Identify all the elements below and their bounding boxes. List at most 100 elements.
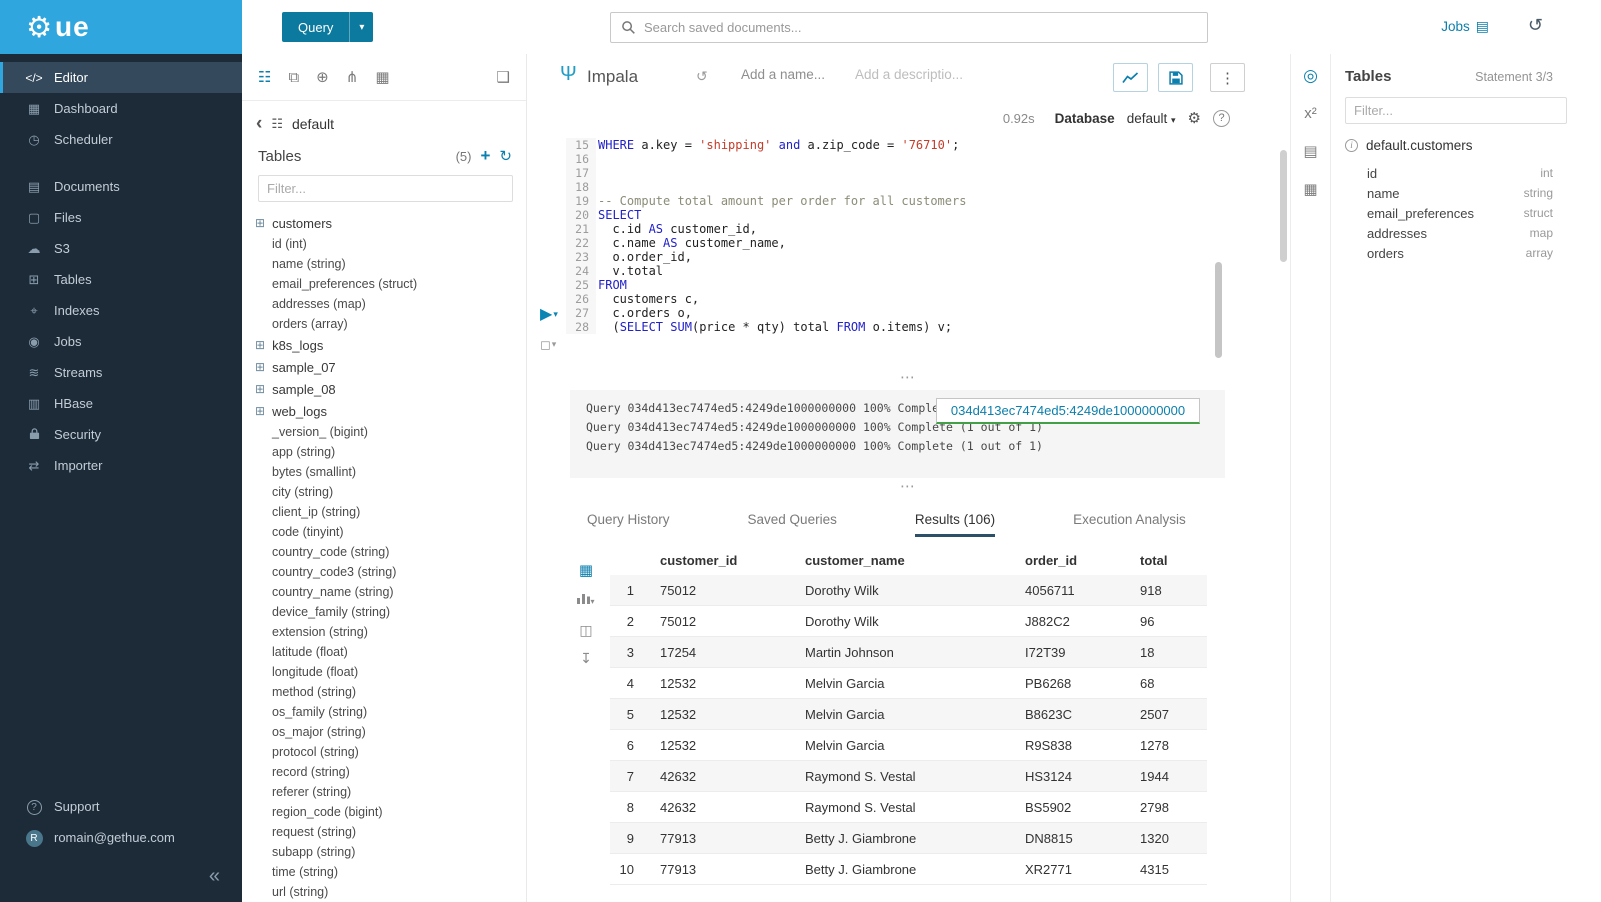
right-column-item-addresses[interactable]: addressesmap <box>1345 223 1601 243</box>
assist-toggle-icon[interactable]: ◎ <box>1303 68 1318 83</box>
tab-execution-analysis[interactable]: Execution Analysis <box>1073 505 1186 537</box>
hue-logo[interactable]: ⚙ue <box>0 0 242 54</box>
column-item[interactable]: os_major (string) <box>255 722 526 742</box>
column-item[interactable]: email_preferences (struct) <box>255 274 526 294</box>
column-item[interactable]: record (string) <box>255 762 526 782</box>
sidebar-item-editor[interactable]: </>Editor <box>0 62 242 93</box>
settings-gear-icon[interactable]: ⚙ <box>1188 109 1201 127</box>
query-description-input[interactable] <box>855 67 980 82</box>
table-row[interactable]: 742632Raymond S. VestalHS31241944 <box>610 761 1207 792</box>
chart-button[interactable] <box>1113 63 1148 92</box>
copy-icon[interactable]: ⧉ <box>288 69 299 86</box>
column-header-order-id[interactable]: order_id <box>1025 553 1140 568</box>
tab-results-106[interactable]: Results (106) <box>915 505 995 537</box>
table-item-web-logs[interactable]: ⊞web_logs <box>255 400 526 422</box>
right-column-item-orders[interactable]: ordersarray <box>1345 243 1601 263</box>
right-column-item-email-preferences[interactable]: email_preferencesstruct <box>1345 203 1601 223</box>
column-item[interactable]: latitude (float) <box>255 642 526 662</box>
table-row[interactable]: 842632Raymond S. VestalBS59022798 <box>610 792 1207 823</box>
zoom-icon[interactable]: ⊕ <box>316 68 329 86</box>
column-item[interactable]: method (string) <box>255 682 526 702</box>
grid-view-icon[interactable]: ▦ <box>579 564 593 578</box>
more-actions-button[interactable]: ⋮ <box>1210 63 1245 92</box>
column-header-total[interactable]: total <box>1140 553 1207 568</box>
table-item-k8s-logs[interactable]: ⊞k8s_logs <box>255 334 526 356</box>
column-item[interactable]: region_code (bigint) <box>255 802 526 822</box>
column-item[interactable]: name (string) <box>255 254 526 274</box>
table-item-sample-08[interactable]: ⊞sample_08 <box>255 378 526 400</box>
column-item[interactable]: app (string) <box>255 442 526 462</box>
databases-icon[interactable]: ☷ <box>258 68 271 86</box>
table-row[interactable]: 317254Martin JohnsonI72T3918 <box>610 637 1207 668</box>
sidebar-item-s3[interactable]: ☁S3 <box>0 233 242 264</box>
table-row[interactable]: 512532Melvin GarciaB8623C2507 <box>610 699 1207 730</box>
sitemap-icon[interactable]: ⋔ <box>346 68 359 86</box>
column-item[interactable]: device_family (string) <box>255 602 526 622</box>
sidebar-item-tables[interactable]: ⊞Tables <box>0 264 242 295</box>
sidebar-item-hbase[interactable]: ▥HBase <box>0 388 242 419</box>
right-column-item-id[interactable]: idint <box>1345 163 1601 183</box>
sidebar-item-scheduler[interactable]: ◷Scheduler <box>0 124 242 155</box>
language-reference-icon[interactable]: ▤ <box>1303 144 1317 159</box>
active-table-name[interactable]: default.customers <box>1366 138 1473 153</box>
sidebar-item-files[interactable]: ▢Files <box>0 202 242 233</box>
right-filter-input[interactable] <box>1345 97 1567 124</box>
column-item[interactable]: url (string) <box>255 882 526 902</box>
refresh-icon[interactable]: ↻ <box>499 147 512 165</box>
tab-saved-queries[interactable]: Saved Queries <box>748 505 837 537</box>
bag-icon[interactable]: ❑ <box>497 68 510 86</box>
search-input[interactable] <box>644 20 1207 35</box>
column-item[interactable]: country_code3 (string) <box>255 562 526 582</box>
query-name-input[interactable] <box>741 67 843 82</box>
column-item[interactable]: os_family (string) <box>255 702 526 722</box>
functions-icon[interactable]: x² <box>1304 106 1317 121</box>
column-header-customer-id[interactable]: customer_id <box>660 553 805 568</box>
table-row[interactable]: 1077913Betty J. GiambroneXR27714315 <box>610 854 1207 885</box>
schedule-icon[interactable]: ▦ <box>1303 182 1317 197</box>
sidebar-item-importer[interactable]: ⇄Importer <box>0 450 242 481</box>
right-column-item-name[interactable]: namestring <box>1345 183 1601 203</box>
editor-help-icon[interactable]: ? <box>1213 110 1230 127</box>
column-item[interactable]: time (string) <box>255 862 526 882</box>
query-button[interactable]: Query ▾ <box>282 12 373 42</box>
query-history-icon[interactable]: ↺ <box>1528 15 1543 36</box>
column-item[interactable]: extension (string) <box>255 622 526 642</box>
editor-scrollbar[interactable] <box>1215 262 1222 358</box>
chart-view-icon[interactable]: ▾ <box>577 592 594 609</box>
jobs-link[interactable]: Jobs ▤ <box>1441 18 1489 35</box>
sidebar-item-indexes[interactable]: ⌖Indexes <box>0 295 242 326</box>
left-filter-input[interactable] <box>258 175 513 202</box>
table-row[interactable]: 612532Melvin GarciaR9S8381278 <box>610 730 1207 761</box>
column-item[interactable]: country_name (string) <box>255 582 526 602</box>
column-item[interactable]: code (tinyint) <box>255 522 526 542</box>
sidebar-item-support[interactable]: ? Support <box>0 791 242 822</box>
download-icon[interactable]: ↧ <box>580 651 592 665</box>
sidebar-item-documents[interactable]: ▤Documents <box>0 171 242 202</box>
sidebar-item-dashboard[interactable]: ▦Dashboard <box>0 93 242 124</box>
column-item[interactable]: longitude (float) <box>255 662 526 682</box>
results-resize-handle[interactable]: ⋯ <box>527 483 1290 495</box>
column-item[interactable]: bytes (smallint) <box>255 462 526 482</box>
table-row[interactable]: 977913Betty J. GiambroneDN88151320 <box>610 823 1207 854</box>
column-item[interactable]: protocol (string) <box>255 742 526 762</box>
column-item[interactable]: client_ip (string) <box>255 502 526 522</box>
column-item[interactable]: orders (array) <box>255 314 526 334</box>
sidebar-collapse-button[interactable]: « <box>0 853 242 902</box>
main-scrollbar[interactable] <box>1280 150 1287 262</box>
table-row[interactable]: 175012Dorothy Wilk4056711918 <box>610 575 1207 606</box>
table-item-sample-07[interactable]: ⊞sample_07 <box>255 356 526 378</box>
snippet-history-icon[interactable]: ↺ <box>696 68 708 85</box>
breadcrumb-database[interactable]: default <box>292 116 334 132</box>
sidebar-item-streams[interactable]: ≋Streams <box>0 357 242 388</box>
database-selector[interactable]: default ▾ <box>1127 111 1176 126</box>
sidebar-item-security[interactable]: Security <box>0 419 242 450</box>
save-button[interactable] <box>1158 63 1193 92</box>
tab-query-history[interactable]: Query History <box>587 505 670 537</box>
column-item[interactable]: subapp (string) <box>255 842 526 862</box>
column-item[interactable]: addresses (map) <box>255 294 526 314</box>
apps-icon[interactable]: ▦ <box>375 68 389 86</box>
column-item[interactable]: country_code (string) <box>255 542 526 562</box>
column-header-customer-name[interactable]: customer_name <box>805 553 1025 568</box>
column-item[interactable]: referer (string) <box>255 782 526 802</box>
columns-view-icon[interactable]: ◫ <box>579 623 592 637</box>
